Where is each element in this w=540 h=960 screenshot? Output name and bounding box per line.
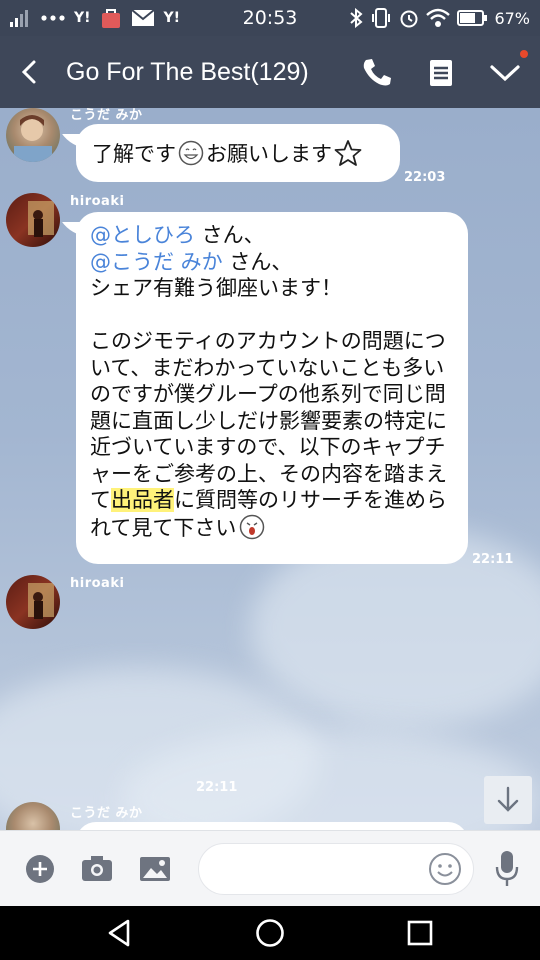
bluetooth-icon: [350, 8, 363, 28]
message-text: お願いします: [206, 142, 332, 166]
message-text: 了解です: [92, 142, 176, 166]
avatar-photo: [14, 115, 52, 162]
avatar[interactable]: [6, 193, 60, 247]
message-bubble[interactable]: 了解です お願いします: [76, 124, 400, 182]
battery-percent: 67%: [494, 8, 530, 28]
wifi-icon: [426, 8, 451, 27]
highlighted-text: 出品者: [111, 488, 174, 512]
arrow-down-icon: [497, 786, 519, 812]
alarm-icon: [400, 10, 418, 28]
avatar-photo: [28, 583, 54, 619]
status-right-icons: 67%: [349, 0, 530, 36]
mention-link[interactable]: @こうだ みか: [90, 250, 223, 274]
camera-icon[interactable]: [80, 853, 114, 883]
image-icon[interactable]: [138, 855, 172, 883]
message-paragraph: このジモティのアカウントの問題について、まだわかっていないことも多いのですが僕グ…: [90, 328, 454, 541]
chat-area[interactable]: こうだ みか 了解です お願いします 22:03 hiroaki @としひろ さん…: [0, 108, 540, 830]
battery-icon: [457, 10, 488, 26]
emoji-icon[interactable]: [428, 852, 462, 886]
mention-link[interactable]: @としひろ: [90, 223, 195, 247]
avatar-photo: [28, 201, 54, 237]
message-time: 22:11: [472, 552, 514, 567]
message-bubble[interactable]: [76, 822, 468, 830]
back-icon[interactable]: [14, 56, 46, 88]
face-emoji-icon: [240, 514, 265, 539]
phone-icon[interactable]: [360, 56, 394, 90]
home-circle-icon[interactable]: [254, 917, 286, 949]
microphone-icon[interactable]: [494, 849, 520, 889]
notification-dot: [520, 50, 528, 58]
sender-name: こうだ みか: [70, 806, 143, 821]
message-line: @としひろ さん、: [90, 222, 454, 249]
message-time: 22:11: [196, 780, 238, 795]
sender-name: hiroaki: [70, 194, 125, 209]
message-text: シェア有難う御座います！: [90, 276, 342, 300]
message-text: このジモティのアカウントの問題について、まだわかっていないことも多いのですが僕グ…: [90, 329, 447, 512]
vibrate-icon: [372, 8, 391, 28]
star-icon: [334, 140, 362, 166]
chat-header: Go For The Best(129): [0, 36, 540, 108]
sender-name: こうだ みか: [70, 108, 143, 123]
add-icon[interactable]: [24, 853, 56, 885]
chat-title[interactable]: Go For The Best(129): [66, 36, 309, 108]
message-text: さん、: [222, 249, 293, 274]
message-time: 22:03: [404, 170, 446, 185]
recent-apps-icon[interactable]: [404, 917, 436, 949]
back-triangle-icon[interactable]: [104, 917, 136, 949]
avatar[interactable]: [6, 108, 60, 162]
input-bar: [0, 830, 540, 907]
sender-name: hiroaki: [70, 576, 125, 591]
message-text: さん、: [195, 223, 265, 247]
system-nav-bar: [0, 906, 540, 960]
avatar[interactable]: [6, 575, 60, 629]
status-bar: Y! Y! 20:53 67%: [0, 0, 540, 36]
message-bubble[interactable]: @としひろ さん、 @こうだ みか さん、 シェア有難う御座います！ このジモテ…: [76, 212, 468, 564]
message-line: @こうだ みか さん、: [90, 249, 454, 276]
notes-icon[interactable]: [424, 56, 458, 90]
scroll-down-button[interactable]: [484, 776, 532, 824]
chevron-down-icon[interactable]: [488, 56, 522, 90]
smile-emoji-icon: [178, 140, 204, 166]
